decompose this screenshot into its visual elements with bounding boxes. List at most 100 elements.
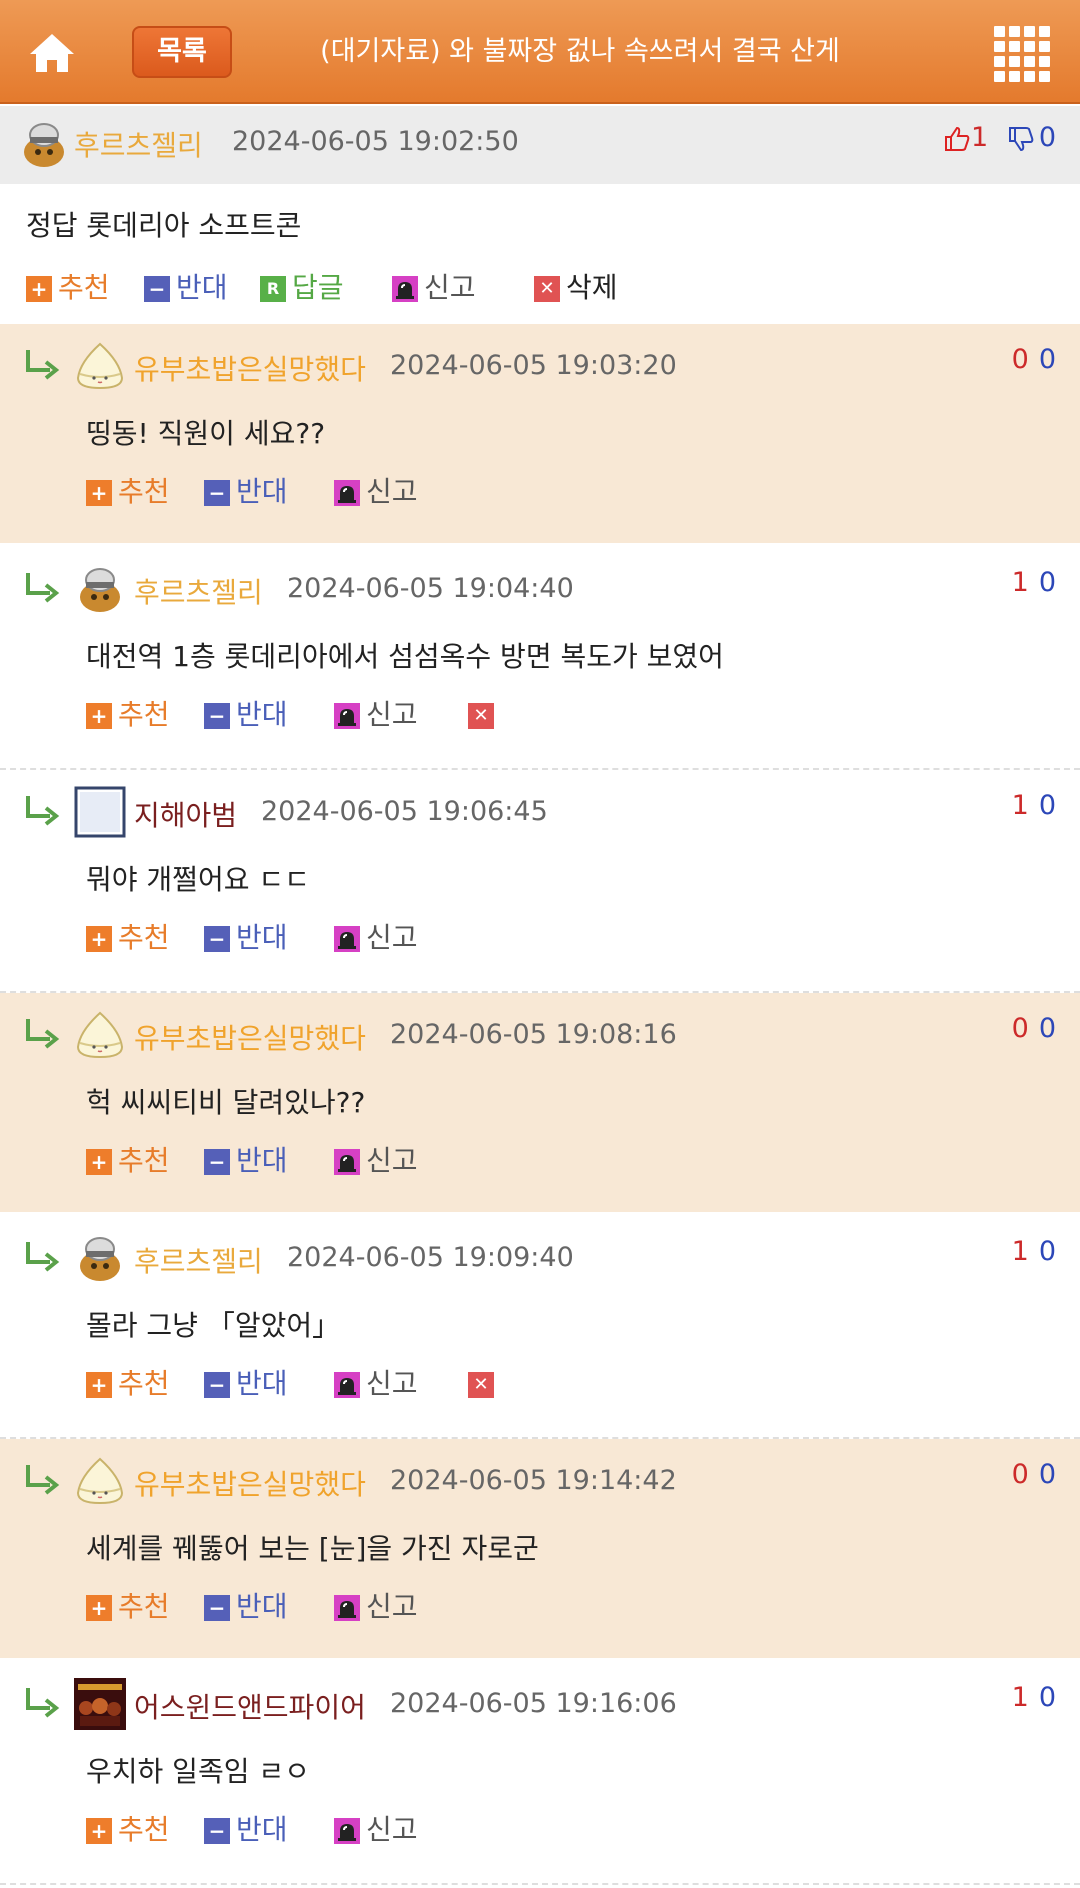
recommend-button[interactable]: + 추천 [86,697,170,733]
report-button[interactable]: 신고 [334,474,418,510]
report-button[interactable]: 신고 [334,1589,418,1625]
comment-actions: + 추천 − 반대 신고 ✕ [86,697,986,733]
comment-down-count[interactable]: 0 [1039,1459,1056,1490]
siren-icon [334,1149,360,1175]
comment-author[interactable]: 지해아범 [134,794,237,834]
siren-icon [334,1818,360,1844]
delete-button[interactable]: ✕ [468,697,500,733]
thumbs-up-icon[interactable] [943,125,971,153]
plus-icon: + [86,1372,112,1398]
rice-ball-avatar-icon [74,1009,126,1061]
comment-text: 뭐야 개쩔어요 ㄷㄷ [86,863,310,896]
comment-text: 우치하 일족임 ㄹㅇ [86,1755,310,1788]
oppose-button[interactable]: − 반대 [204,1143,288,1179]
comment-date: 2024-06-05 19:08:16 [390,1019,677,1050]
post-author[interactable]: 후르츠젤리 [74,124,203,164]
report-button[interactable]: 신고 [392,270,476,306]
post-votes: 1 0 [943,122,1056,153]
comment-item: 유부초밥은실망했다 2024-06-05 19:14:42 00 세계를 꿰뚫어… [0,1439,1080,1662]
reply-arrow-icon [26,1242,60,1272]
thumbs-down-icon[interactable] [1007,125,1035,153]
post-header: 후르츠젤리 2024-06-05 19:02:50 1 0 [0,106,1080,184]
comment-text: 몰라 그냥 「알았어」 [86,1309,341,1342]
oppose-button[interactable]: − 반대 [204,1366,288,1402]
reply-button[interactable]: R 답글 [260,270,344,306]
oppose-button[interactable]: − 반대 [204,1812,288,1848]
comment-up-count[interactable]: 1 [1012,567,1029,598]
recommend-button[interactable]: + 추천 [86,1812,170,1848]
comment-author[interactable]: 유부초밥은실망했다 [134,1463,366,1503]
recommend-button[interactable]: + 추천 [86,1589,170,1625]
recommend-button[interactable]: + 추천 [86,920,170,956]
comment-up-count[interactable]: 1 [1012,1236,1029,1267]
comment-up-count[interactable]: 0 [1012,1013,1029,1044]
comment-up-count[interactable]: 0 [1012,1459,1029,1490]
report-button[interactable]: 신고 [334,1366,418,1402]
comment-date: 2024-06-05 19:04:40 [287,573,574,604]
oppose-button[interactable]: − 반대 [204,697,288,733]
report-button[interactable]: 신고 [334,1812,418,1848]
comment-actions: + 추천 − 반대 신고 [86,474,986,510]
comment-actions: + 추천 − 반대 신고 [86,1143,986,1179]
report-button[interactable]: 신고 [334,920,418,956]
comment-author[interactable]: 후르츠젤리 [134,571,263,611]
oppose-button[interactable]: − 반대 [204,474,288,510]
siren-icon [334,926,360,952]
reply-icon: R [260,276,286,302]
comment-author[interactable]: 유부초밥은실망했다 [134,1017,366,1057]
comment-down-count[interactable]: 0 [1039,790,1056,821]
minus-icon: − [204,1372,230,1398]
oppose-button[interactable]: − 반대 [144,270,228,306]
comment-author[interactable]: 유부초밥은실망했다 [134,348,366,388]
comment-author[interactable]: 후르츠젤리 [134,1240,263,1280]
delete-button[interactable]: ✕ [468,1366,500,1402]
comment-down-count[interactable]: 0 [1039,1682,1056,1713]
recommend-button[interactable]: + 추천 [86,1143,170,1179]
oppose-button[interactable]: − 반대 [204,1589,288,1625]
recommend-button[interactable]: + 추천 [86,474,170,510]
page-title: (대기자료) 와 불짜장 겂나 속쓰려서 결국 산게 [320,36,840,67]
reply-arrow-icon [26,573,60,603]
helmet-avatar-icon [24,123,64,167]
reply-arrow-icon [26,350,60,380]
comment-author[interactable]: 어스윈드앤드파이어 [134,1686,366,1726]
list-button[interactable]: 목록 [132,26,232,78]
comment-text: 대전역 1층 롯데리아에서 섬섬옥수 방면 복도가 보였어 [86,640,724,673]
comment-actions: + 추천 − 반대 신고 [86,1589,986,1625]
report-button[interactable]: 신고 [334,697,418,733]
comment-up-count[interactable]: 0 [1012,344,1029,375]
comment-text: 띵동! 직원이 세요?? [86,417,326,450]
comment-up-count[interactable]: 1 [1012,790,1029,821]
post-like-count: 1 [971,122,989,153]
comment-down-count[interactable]: 0 [1039,567,1056,598]
comment-votes: 00 [1012,1459,1056,1490]
siren-icon [334,703,360,729]
minus-icon: − [204,1149,230,1175]
siren-icon [392,276,418,302]
post-body: 정답 롯데리아 소프트콘 + 추천 − 반대 R 답글 신고 ✕ 삭제 [0,184,1080,324]
comment-down-count[interactable]: 0 [1039,344,1056,375]
plus-icon: + [86,1818,112,1844]
comment-item: 유부초밥은실망했다 2024-06-05 19:08:16 00 헉 씨씨티비 … [0,993,1080,1216]
oppose-button[interactable]: − 반대 [204,920,288,956]
comment-down-count[interactable]: 0 [1039,1013,1056,1044]
comment-up-count[interactable]: 1 [1012,1682,1029,1713]
comment-date: 2024-06-05 19:03:20 [390,350,677,381]
delete-button[interactable]: ✕ 삭제 [534,270,618,306]
siren-icon [334,1372,360,1398]
comment-actions: + 추천 − 반대 신고 [86,1812,986,1848]
recommend-button[interactable]: + 추천 [86,1366,170,1402]
comment-votes: 10 [1012,1682,1056,1713]
home-icon[interactable] [24,24,80,80]
plus-icon: + [86,703,112,729]
comment-down-count[interactable]: 0 [1039,1236,1056,1267]
recommend-button[interactable]: + 추천 [26,270,110,306]
report-button[interactable]: 신고 [334,1143,418,1179]
top-bar: 목록 (대기자료) 와 불짜장 겂나 속쓰려서 결국 산게 [0,0,1080,104]
rice-ball-avatar-icon [74,1455,126,1507]
comment-item: 후르츠젤리 2024-06-05 19:04:40 10 대전역 1층 롯데리아… [0,547,1080,770]
grid-menu-icon[interactable] [994,26,1050,82]
comment-item: 지해아범 2024-06-05 19:06:45 10 뭐야 개쩔어요 ㄷㄷ +… [0,770,1080,993]
reply-arrow-icon [26,1688,60,1718]
minus-icon: − [204,926,230,952]
